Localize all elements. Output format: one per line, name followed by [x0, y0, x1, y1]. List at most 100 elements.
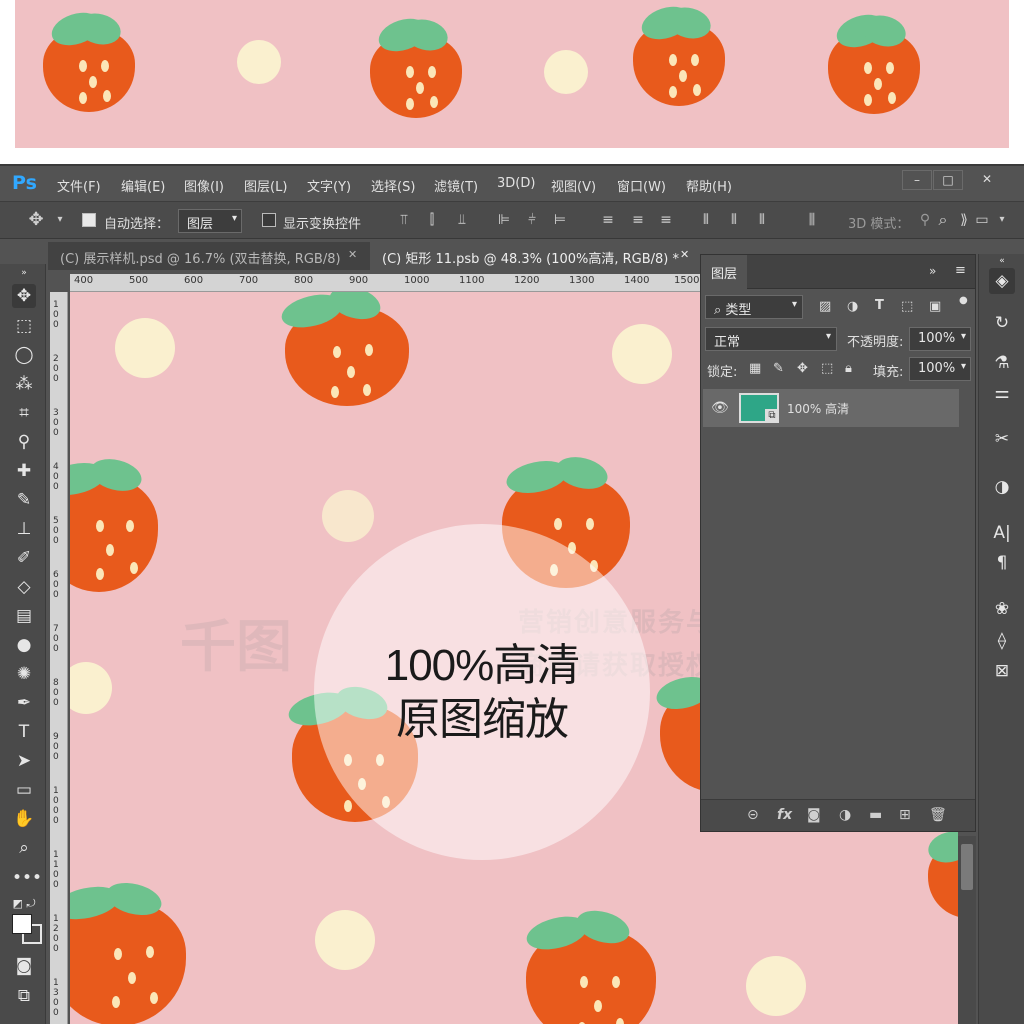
mask-icon[interactable]: ◙ [807, 807, 821, 823]
distribute-hcenter-icon[interactable]: ⦀ [726, 212, 742, 228]
filter-adjust-icon[interactable]: ◑ [847, 299, 858, 314]
rectangle-tool-icon[interactable]: ▭ [12, 778, 36, 802]
align-bottom-icon[interactable]: ⫫ [454, 212, 470, 228]
lock-artboard-icon[interactable]: ⬚ [821, 361, 833, 376]
crop-tool-icon[interactable]: ⌗ [12, 401, 36, 425]
hand-tool-icon[interactable]: ✋ [12, 807, 36, 831]
workspace-icon[interactable]: ▭ [974, 212, 990, 228]
3d-orbit-icon[interactable]: ⚲ [917, 212, 933, 228]
menu-3d[interactable]: 3D(D) [497, 176, 535, 191]
layer-row[interactable]: 👁︎ ⧉ 100% 高清 [703, 389, 959, 427]
stamp-tool-icon[interactable]: ⊥ [12, 517, 36, 541]
layers-icon[interactable]: ◈ [989, 268, 1015, 294]
tab-rectangle[interactable]: (C) 矩形 11.psb @ 48.3% (100%高清, RGB/8) * ✕ [370, 242, 698, 270]
menu-help[interactable]: 帮助(H) [686, 176, 732, 195]
gradient-tool-icon[interactable]: ▤ [12, 604, 36, 628]
paragraph-icon[interactable]: ¶ [989, 550, 1015, 576]
menu-type[interactable]: 文字(Y) [307, 176, 351, 195]
more-tools-icon[interactable]: ••• [12, 866, 42, 890]
opacity-input[interactable]: 100% ▾ [909, 327, 971, 351]
collapse-panel-icon[interactable]: » [929, 264, 936, 278]
tools-icon[interactable]: ✂ [989, 426, 1015, 452]
collapse-icon[interactable]: « [989, 256, 1015, 266]
menu-layer[interactable]: 图层(L) [244, 176, 287, 195]
auto-select-target-dropdown[interactable]: 图层 ▾ [178, 209, 242, 233]
paths-icon[interactable]: ⟠ [989, 628, 1015, 654]
search-icon[interactable]: ⌕ [935, 212, 951, 228]
close-button[interactable]: ✕ [964, 170, 1010, 190]
channels-icon[interactable]: ❀ [989, 596, 1015, 622]
history-icon[interactable]: ↻ [989, 310, 1015, 336]
align-top-icon[interactable]: ⫪ [396, 212, 412, 228]
panel-menu-icon[interactable]: ≡ [955, 263, 966, 278]
marquee-tool-icon[interactable]: ⬚ [12, 314, 36, 338]
folder-icon[interactable]: ▬ [869, 807, 882, 823]
link-icon[interactable]: ⊝ [747, 807, 759, 823]
libraries-icon[interactable]: ⊠ [989, 658, 1015, 684]
quick-mask-icon[interactable]: ◙ [12, 954, 36, 978]
adjustment-icon[interactable]: ◑ [839, 807, 851, 823]
path-select-icon[interactable]: ➤ [12, 749, 36, 773]
properties-icon[interactable]: ⚌ [989, 380, 1015, 406]
menu-select[interactable]: 选择(S) [371, 176, 415, 195]
pen-tool-icon[interactable]: ✒ [12, 691, 36, 715]
menu-image[interactable]: 图像(I) [184, 176, 224, 195]
show-transform-checkbox[interactable] [262, 213, 276, 227]
filter-smart-icon[interactable]: ▣ [929, 299, 941, 314]
layer-name[interactable]: 100% 高清 [787, 400, 849, 417]
history-brush-icon[interactable]: ✐ [12, 546, 36, 570]
auto-select-checkbox[interactable] [82, 213, 96, 227]
tab-mockup[interactable]: (C) 展示样机.psd @ 16.7% (双击替换, RGB/8) ✕ [48, 242, 368, 270]
default-colors-icon[interactable]: ◩ ⤾ [12, 892, 36, 916]
filter-pixel-icon[interactable]: ▨ [819, 299, 831, 314]
fill-input[interactable]: 100% ▾ [909, 357, 971, 381]
menu-filter[interactable]: 滤镜(T) [434, 176, 478, 195]
lasso-tool-icon[interactable]: ◯ [12, 343, 36, 367]
auto-align-icon[interactable]: ⫼ [804, 212, 820, 228]
lock-pixels-icon[interactable]: ✎ [773, 361, 784, 376]
distribute-top-icon[interactable]: ≡ [600, 212, 616, 228]
align-left-icon[interactable]: ⊫ [496, 212, 512, 228]
new-layer-icon[interactable]: ⊞ [899, 807, 911, 823]
blend-mode-dropdown[interactable]: 正常 ▾ [705, 327, 837, 351]
zoom-tool-icon[interactable]: ⌕ [12, 836, 36, 860]
lock-transparent-icon[interactable]: ▦ [749, 361, 761, 376]
eyedropper-icon[interactable]: ⚲ [12, 430, 36, 454]
blur-tool-icon[interactable]: ● [12, 633, 36, 657]
adjustments-icon[interactable]: ◑ [989, 474, 1015, 500]
scroll-icon[interactable]: ⟫ [956, 212, 972, 228]
align-hcenter-icon[interactable]: ⫩ [524, 212, 540, 228]
trash-icon[interactable]: 🗑︎ [929, 807, 947, 823]
vertical-scrollbar[interactable] [958, 836, 976, 1024]
character-icon[interactable]: A| [989, 520, 1015, 546]
healing-brush-icon[interactable]: ✚ [12, 459, 36, 483]
filter-shape-icon[interactable]: ⬚ [901, 299, 913, 314]
filter-toggle-icon[interactable]: ● [959, 295, 968, 306]
move-icon[interactable]: ✥ [28, 211, 44, 229]
brush-settings-icon[interactable]: ⚗ [989, 350, 1015, 376]
brush-tool-icon[interactable]: ✎ [12, 488, 36, 512]
filter-type-icon[interactable]: T [875, 298, 884, 313]
screen-mode-icon[interactable]: ⧉ [12, 984, 36, 1008]
fx-icon[interactable]: fx [777, 807, 792, 823]
chevron-down-icon[interactable]: ▾ [994, 212, 1010, 228]
type-tool-icon[interactable]: T [12, 720, 36, 744]
align-right-icon[interactable]: ⊨ [552, 212, 568, 228]
magic-wand-icon[interactable]: ⁂ [12, 372, 36, 396]
maximize-button[interactable]: □ [933, 170, 963, 190]
menu-edit[interactable]: 编辑(E) [121, 176, 165, 195]
close-icon[interactable]: ✕ [680, 248, 689, 261]
foreground-color-swatch[interactable] [12, 914, 32, 934]
distribute-bottom-icon[interactable]: ≡ [658, 212, 674, 228]
filter-kind-dropdown[interactable]: ⌕ 类型 ▾ [705, 295, 803, 319]
close-icon[interactable]: ✕ [348, 248, 357, 261]
collapse-icon[interactable]: » [12, 268, 36, 278]
eye-icon[interactable]: 👁︎ [711, 400, 729, 416]
dodge-tool-icon[interactable]: ✺ [12, 662, 36, 686]
menu-view[interactable]: 视图(V) [551, 176, 596, 195]
chevron-down-icon[interactable]: ▾ [52, 212, 68, 228]
align-vcenter-icon[interactable]: ⫿ [424, 212, 440, 228]
scrollbar-thumb[interactable] [961, 844, 973, 890]
menu-file[interactable]: 文件(F) [57, 176, 101, 195]
move-tool-icon[interactable]: ✥ [12, 284, 36, 308]
